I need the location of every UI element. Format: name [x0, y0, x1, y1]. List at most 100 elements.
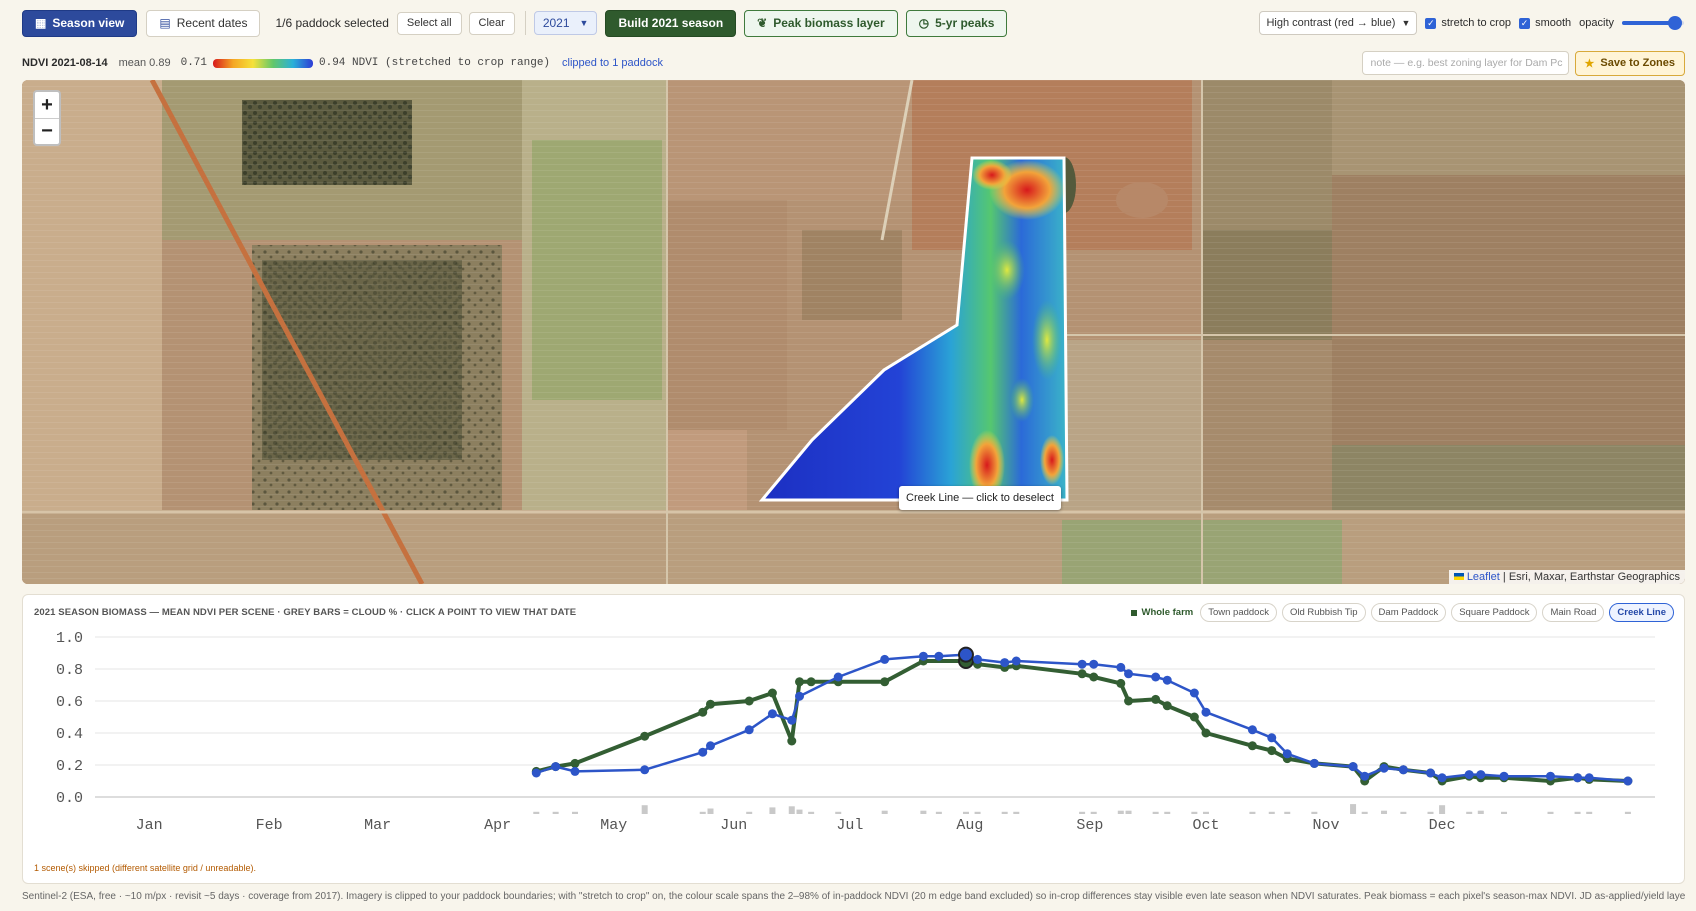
data-point[interactable] — [1011, 656, 1021, 666]
legend-creek-line[interactable]: Creek Line — [1609, 603, 1674, 622]
data-point[interactable] — [934, 651, 944, 661]
data-point[interactable] — [640, 765, 650, 775]
build-season-button[interactable]: Build 2021 season — [605, 9, 737, 37]
cloud-bar — [1466, 811, 1473, 814]
data-point[interactable] — [1077, 659, 1087, 669]
data-point[interactable] — [1201, 707, 1211, 717]
opacity-slider-fill — [1622, 21, 1675, 25]
select-all-button[interactable]: Select all — [396, 11, 462, 35]
data-point[interactable] — [1077, 669, 1087, 679]
stretch-checkbox[interactable]: ✓ — [1425, 17, 1437, 29]
data-point[interactable] — [531, 768, 541, 778]
data-point[interactable] — [787, 715, 797, 725]
peak-biomass-button[interactable]: ❦ Peak biomass layer — [744, 9, 898, 37]
data-point[interactable] — [570, 766, 580, 776]
selected-point — [957, 646, 974, 663]
data-point[interactable] — [767, 688, 777, 698]
legend-main-road[interactable]: Main Road — [1542, 603, 1605, 622]
data-point[interactable] — [880, 654, 890, 664]
data-point[interactable] — [833, 672, 843, 682]
leaflet-link[interactable]: Leaflet — [1467, 571, 1500, 583]
data-point[interactable] — [1162, 701, 1172, 711]
data-point[interactable] — [1545, 771, 1555, 781]
data-point[interactable] — [1267, 746, 1277, 756]
data-point[interactable] — [1000, 658, 1010, 668]
save-to-zones-button[interactable]: ★ Save to Zones — [1574, 50, 1685, 76]
data-point[interactable] — [551, 762, 561, 772]
data-point[interactable] — [1116, 678, 1126, 688]
data-point[interactable] — [1151, 694, 1161, 704]
data-point[interactable] — [1151, 672, 1161, 682]
data-point[interactable] — [918, 651, 928, 661]
recent-dates-button[interactable]: ▤ Recent dates — [146, 9, 261, 37]
ndvi-line-chart[interactable]: 0.0 0.2 0.4 0.6 0.8 1.0 Jan Feb Mar Apr May Jun Jul A… — [23, 629, 1686, 859]
data-point[interactable] — [1464, 770, 1474, 780]
data-point[interactable] — [698, 707, 708, 717]
data-point[interactable] — [1476, 770, 1486, 780]
data-point[interactable] — [1247, 741, 1257, 751]
data-point[interactable] — [1089, 672, 1099, 682]
season-view-button[interactable]: ▦ Season view — [22, 9, 138, 37]
data-point[interactable] — [806, 677, 816, 687]
star-icon: ★ — [1584, 57, 1595, 70]
legend-whole-farm[interactable]: Whole farm — [1129, 603, 1196, 622]
zoom-in-button[interactable]: + — [35, 92, 59, 118]
legend-town-paddock[interactable]: Town paddock — [1200, 603, 1277, 622]
data-point[interactable] — [570, 758, 580, 768]
data-point[interactable] — [1267, 733, 1277, 743]
data-point[interactable] — [880, 677, 890, 687]
data-point[interactable] — [1360, 771, 1370, 781]
data-point[interactable] — [1584, 773, 1594, 783]
x-tick-label: Nov — [1312, 817, 1339, 834]
zoom-out-button[interactable]: − — [35, 118, 59, 144]
palette-select[interactable]: High contrast (red → blue) ▼ — [1259, 11, 1418, 35]
data-point[interactable] — [1425, 768, 1435, 778]
legend-square-paddock[interactable]: Square Paddock — [1451, 603, 1538, 622]
data-point[interactable] — [1189, 712, 1199, 722]
data-point[interactable] — [795, 677, 805, 687]
series-legend: Whole farm Town paddock Old Rubbish Tip … — [1129, 603, 1674, 622]
data-point[interactable] — [705, 699, 715, 709]
data-point[interactable] — [1398, 765, 1408, 775]
data-point[interactable] — [1189, 688, 1199, 698]
cloud-bar — [1090, 811, 1097, 814]
opacity-slider[interactable] — [1622, 16, 1684, 30]
data-point[interactable] — [1201, 728, 1211, 738]
note-input[interactable]: note — e.g. best zoning layer for Dam Pc — [1361, 51, 1569, 75]
data-point[interactable] — [787, 736, 797, 746]
data-point[interactable] — [1623, 776, 1633, 786]
data-point[interactable] — [744, 725, 754, 735]
data-point[interactable] — [744, 696, 754, 706]
legend-old-rubbish-tip[interactable]: Old Rubbish Tip — [1281, 603, 1366, 622]
data-point[interactable] — [1309, 758, 1319, 768]
y-tick-label: 1.0 — [56, 630, 83, 647]
year-select[interactable]: 2021 ▼ — [533, 11, 598, 35]
cloud-bar — [962, 811, 969, 814]
data-point[interactable] — [767, 709, 777, 719]
data-point[interactable] — [698, 747, 708, 757]
cloud-bar — [1268, 811, 1275, 814]
data-point[interactable] — [973, 654, 983, 664]
data-point[interactable] — [1282, 749, 1292, 759]
data-point[interactable] — [1162, 675, 1172, 685]
data-point[interactable] — [1247, 725, 1257, 735]
data-point[interactable] — [640, 731, 650, 741]
data-point[interactable] — [1499, 771, 1509, 781]
opacity-slider-thumb[interactable] — [1667, 16, 1682, 30]
five-yr-peaks-button[interactable]: ◷ 5-yr peaks — [905, 9, 1008, 37]
clear-button[interactable]: Clear — [468, 11, 515, 35]
data-point[interactable] — [1116, 662, 1126, 672]
data-point[interactable] — [795, 691, 805, 701]
data-point[interactable] — [1379, 763, 1389, 773]
data-point[interactable] — [1124, 669, 1134, 679]
data-point[interactable] — [1348, 762, 1358, 772]
data-point[interactable] — [1124, 696, 1134, 706]
paddock-selected-count: 1/6 paddock selected — [275, 16, 389, 30]
smooth-checkbox[interactable]: ✓ — [1519, 17, 1531, 29]
satellite-map[interactable]: + − Creek Line — click to deselect Leafl… — [22, 80, 1685, 584]
legend-dam-paddock[interactable]: Dam Paddock — [1370, 603, 1447, 622]
data-point[interactable] — [1437, 773, 1447, 783]
data-point[interactable] — [1089, 659, 1099, 669]
data-point[interactable] — [1573, 773, 1583, 783]
data-point[interactable] — [705, 741, 715, 751]
